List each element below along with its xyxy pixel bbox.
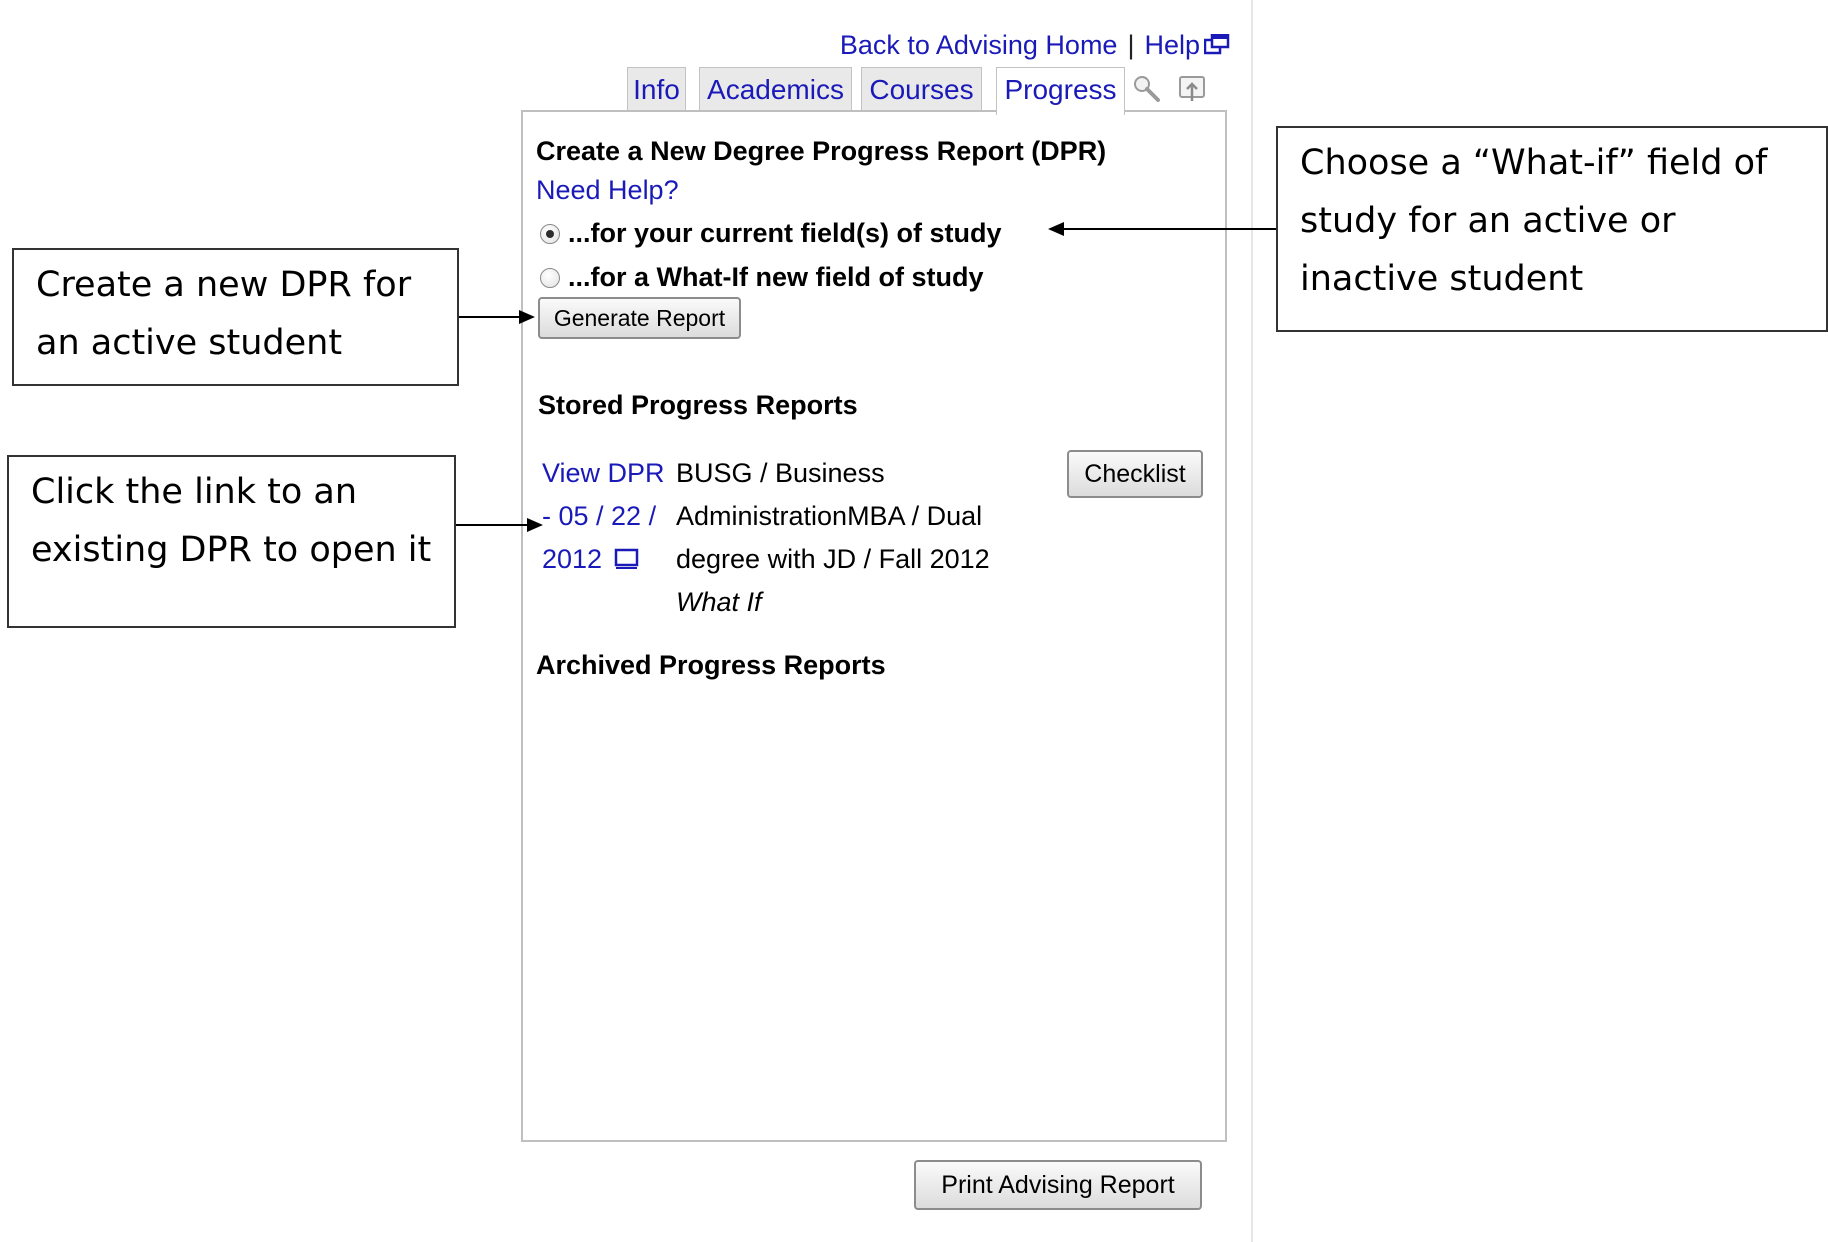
top-nav: Back to Advising Home | Help — [800, 30, 1230, 66]
annotation-line: an active student — [36, 323, 343, 363]
annotation-line: existing DPR to open it — [31, 530, 432, 570]
help-link[interactable]: Help — [1144, 30, 1200, 60]
tab-progress[interactable]: Progress — [996, 67, 1125, 115]
new-window-icon[interactable] — [614, 540, 640, 583]
annotation-line: study for an active or — [1300, 201, 1676, 241]
tab-courses[interactable]: Courses — [861, 67, 982, 111]
archived-reports-heading: Archived Progress Reports — [536, 650, 886, 680]
expand-icon[interactable] — [1176, 73, 1208, 105]
annotation-arrow — [1062, 228, 1276, 230]
new-window-icon[interactable] — [1203, 32, 1230, 63]
tab-info[interactable]: Info — [627, 67, 686, 111]
radio-whatif-label: ...for a What-If new field of study — [568, 262, 984, 292]
report-desc-line: AdministrationMBA / Dual — [676, 501, 983, 531]
annotation-line: inactive student — [1300, 259, 1584, 299]
checklist-button[interactable]: Checklist — [1067, 450, 1203, 498]
view-dpr-link[interactable]: View DPR - 05 / 22 / 2012 — [542, 452, 668, 583]
radio-current[interactable] — [540, 223, 560, 244]
arrow-head-icon — [527, 518, 543, 532]
report-desc-line: degree with JD / Fall 2012 — [676, 544, 990, 574]
radio-option-whatif[interactable]: ...for a What-If new field of study — [540, 262, 984, 293]
report-tag: What If — [676, 587, 762, 617]
annotation-line: Create a new DPR for — [36, 265, 412, 305]
zoom-icon[interactable] — [1131, 73, 1163, 105]
view-dpr-link-line[interactable]: 2012 — [542, 544, 602, 574]
annotation-click-link: Click the link to an existing DPR to ope… — [7, 455, 456, 628]
annotation-create-new: Create a new DPR for an active student — [12, 248, 459, 386]
view-dpr-link-line[interactable]: - 05 / 22 / — [542, 495, 668, 538]
nav-separator: | — [1127, 30, 1135, 60]
stored-reports-heading: Stored Progress Reports — [538, 390, 858, 420]
annotation-arrow — [459, 316, 521, 318]
arrow-head-icon — [1048, 222, 1064, 236]
radio-current-label: ...for your current field(s) of study — [568, 218, 1002, 248]
back-to-advising-home-link[interactable]: Back to Advising Home — [840, 30, 1118, 60]
annotation-line: Choose a “What-if” field of — [1300, 143, 1768, 183]
need-help-link[interactable]: Need Help? — [536, 175, 679, 206]
stored-report-description: BUSG / Business AdministrationMBA / Dual… — [676, 452, 1026, 624]
create-dpr-heading: Create a New Degree Progress Report (DPR… — [536, 136, 1107, 166]
annotation-arrow — [456, 524, 530, 526]
radio-option-current[interactable]: ...for your current field(s) of study — [540, 218, 1002, 249]
view-dpr-link-line[interactable]: View DPR — [542, 452, 668, 495]
print-advising-report-button[interactable]: Print Advising Report — [914, 1160, 1202, 1210]
report-desc-line: BUSG / Business — [676, 458, 885, 488]
annotation-whatif: Choose a “What-if” field of study for an… — [1276, 126, 1828, 332]
tab-academics[interactable]: Academics — [699, 67, 852, 111]
generate-report-button[interactable]: Generate Report — [538, 297, 741, 339]
arrow-head-icon — [519, 310, 535, 324]
page-divider — [1251, 0, 1253, 1242]
radio-whatif[interactable] — [540, 267, 560, 288]
annotation-line: Click the link to an — [31, 472, 358, 512]
